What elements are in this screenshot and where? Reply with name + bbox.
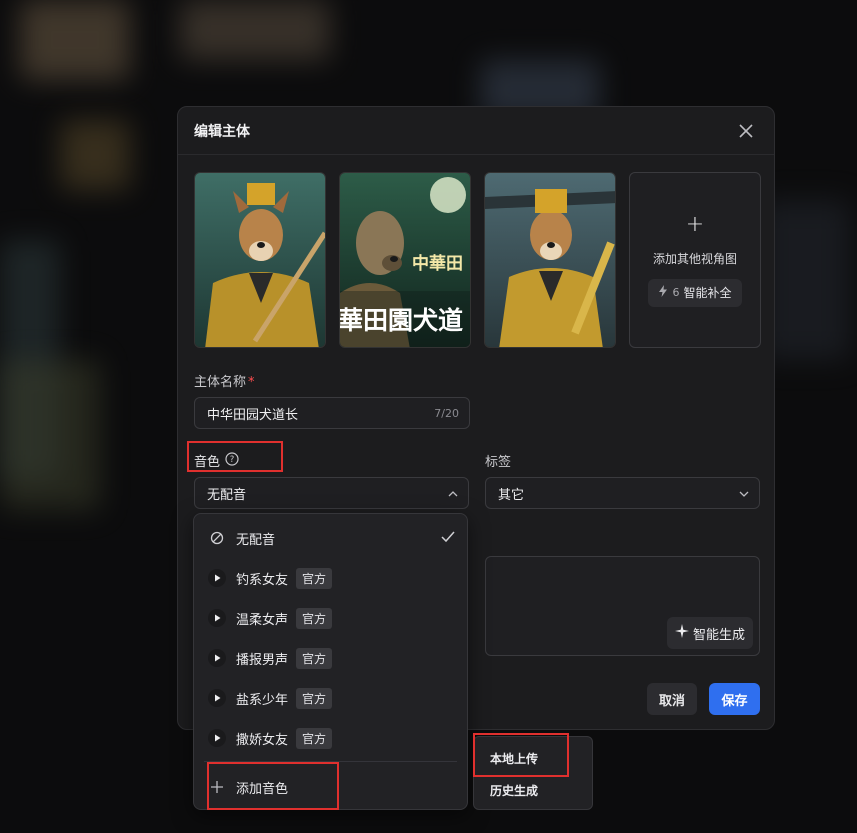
smart-fill-button[interactable]: 6 智能补全 <box>648 278 742 307</box>
image-overlay-text-bottom: 華田園犬道 <box>339 306 464 335</box>
cancel-button[interactable]: 取消 <box>647 683 697 715</box>
divider <box>204 761 457 762</box>
plus-icon <box>208 778 226 796</box>
smart-generate-button[interactable]: 智能生成 <box>666 617 753 649</box>
voice-option-3[interactable]: 播报男声 官方 <box>194 640 467 676</box>
modal-title: 编辑主体 <box>194 123 250 140</box>
voice-option-1[interactable]: 钓系女友 官方 <box>194 560 467 596</box>
official-badge: 官方 <box>296 607 333 629</box>
official-badge: 官方 <box>296 567 333 589</box>
play-icon[interactable] <box>208 689 226 707</box>
close-icon[interactable] <box>734 119 758 143</box>
image-overlay-text-top: 中華田 <box>412 254 463 274</box>
voice-option-label: 播报男声 <box>236 652 289 668</box>
add-view-label: 添加其他视角图 <box>652 251 737 266</box>
voice-option-label: 钓系女友 <box>236 572 289 588</box>
subject-name-input[interactable]: 中华田园犬道长 7/20 <box>194 397 470 429</box>
add-voice-button[interactable]: 添加音色 <box>194 769 467 805</box>
history-generated-option[interactable]: 历史生成 <box>474 775 592 805</box>
tag-select[interactable]: 其它 <box>485 477 760 509</box>
chevron-up-icon <box>448 486 458 501</box>
plus-icon: + <box>685 211 705 237</box>
sparkle-icon <box>674 624 689 642</box>
add-voice-label: 添加音色 <box>236 781 289 797</box>
voice-option-label: 无配音 <box>236 532 276 548</box>
local-upload-option[interactable]: 本地上传 <box>474 743 592 773</box>
voice-select[interactable]: 无配音 <box>194 477 469 509</box>
modal-header: 编辑主体 <box>178 107 774 155</box>
lightning-icon <box>658 285 668 300</box>
char-count: 7/20 <box>434 406 459 420</box>
subject-name-value: 中华田园犬道长 <box>207 407 299 423</box>
chevron-down-icon <box>739 486 749 501</box>
official-badge: 官方 <box>296 727 333 749</box>
play-icon[interactable] <box>208 649 226 667</box>
subject-image-3[interactable] <box>484 172 616 348</box>
name-label: 主体名称 * <box>194 375 255 390</box>
voice-label: 音色 ? <box>194 451 239 470</box>
smart-generate-label: 智能生成 <box>692 627 745 643</box>
play-icon[interactable] <box>208 569 226 587</box>
no-sign-icon <box>208 529 226 547</box>
voice-select-value: 无配音 <box>207 487 247 503</box>
smart-fill-label: 智能补全 <box>683 286 732 300</box>
voice-option-label: 盐系少年 <box>236 692 289 708</box>
add-view-card[interactable]: + 添加其他视角图 6 智能补全 <box>629 172 761 348</box>
subject-image-2[interactable]: 中華田 華田園犬道 <box>339 172 471 348</box>
svg-text:?: ? <box>230 455 235 465</box>
tag-label: 标签 <box>485 455 512 470</box>
official-badge: 官方 <box>296 647 333 669</box>
subject-image-1[interactable] <box>194 172 326 348</box>
voice-option-2[interactable]: 温柔女声 官方 <box>194 600 467 636</box>
checkmark-icon <box>441 531 455 547</box>
description-textarea[interactable]: 智能生成 <box>485 556 760 656</box>
voice-dropdown: 无配音 钓系女友 官方 温柔女声 官方 播报男声 官方 盐系少年 官方 撒娇女友… <box>193 513 468 810</box>
help-icon[interactable]: ? <box>225 451 239 470</box>
save-button[interactable]: 保存 <box>709 683 760 715</box>
voice-option-label: 温柔女声 <box>236 612 289 628</box>
official-badge: 官方 <box>296 687 333 709</box>
play-icon[interactable] <box>208 609 226 627</box>
view-images: 中華田 華田園犬道 + 添加其他视角图 6 智能补全 <box>194 172 761 348</box>
voice-option-4[interactable]: 盐系少年 官方 <box>194 680 467 716</box>
tag-select-value: 其它 <box>498 487 525 503</box>
smart-fill-cost: 6 <box>672 286 680 299</box>
voice-option-5[interactable]: 撒娇女友 官方 <box>194 720 467 756</box>
play-icon[interactable] <box>208 729 226 747</box>
required-mark: * <box>248 375 255 390</box>
add-voice-submenu: 本地上传 历史生成 <box>473 736 593 810</box>
voice-option-label: 撒娇女友 <box>236 732 289 748</box>
voice-option-none[interactable]: 无配音 <box>194 520 467 556</box>
